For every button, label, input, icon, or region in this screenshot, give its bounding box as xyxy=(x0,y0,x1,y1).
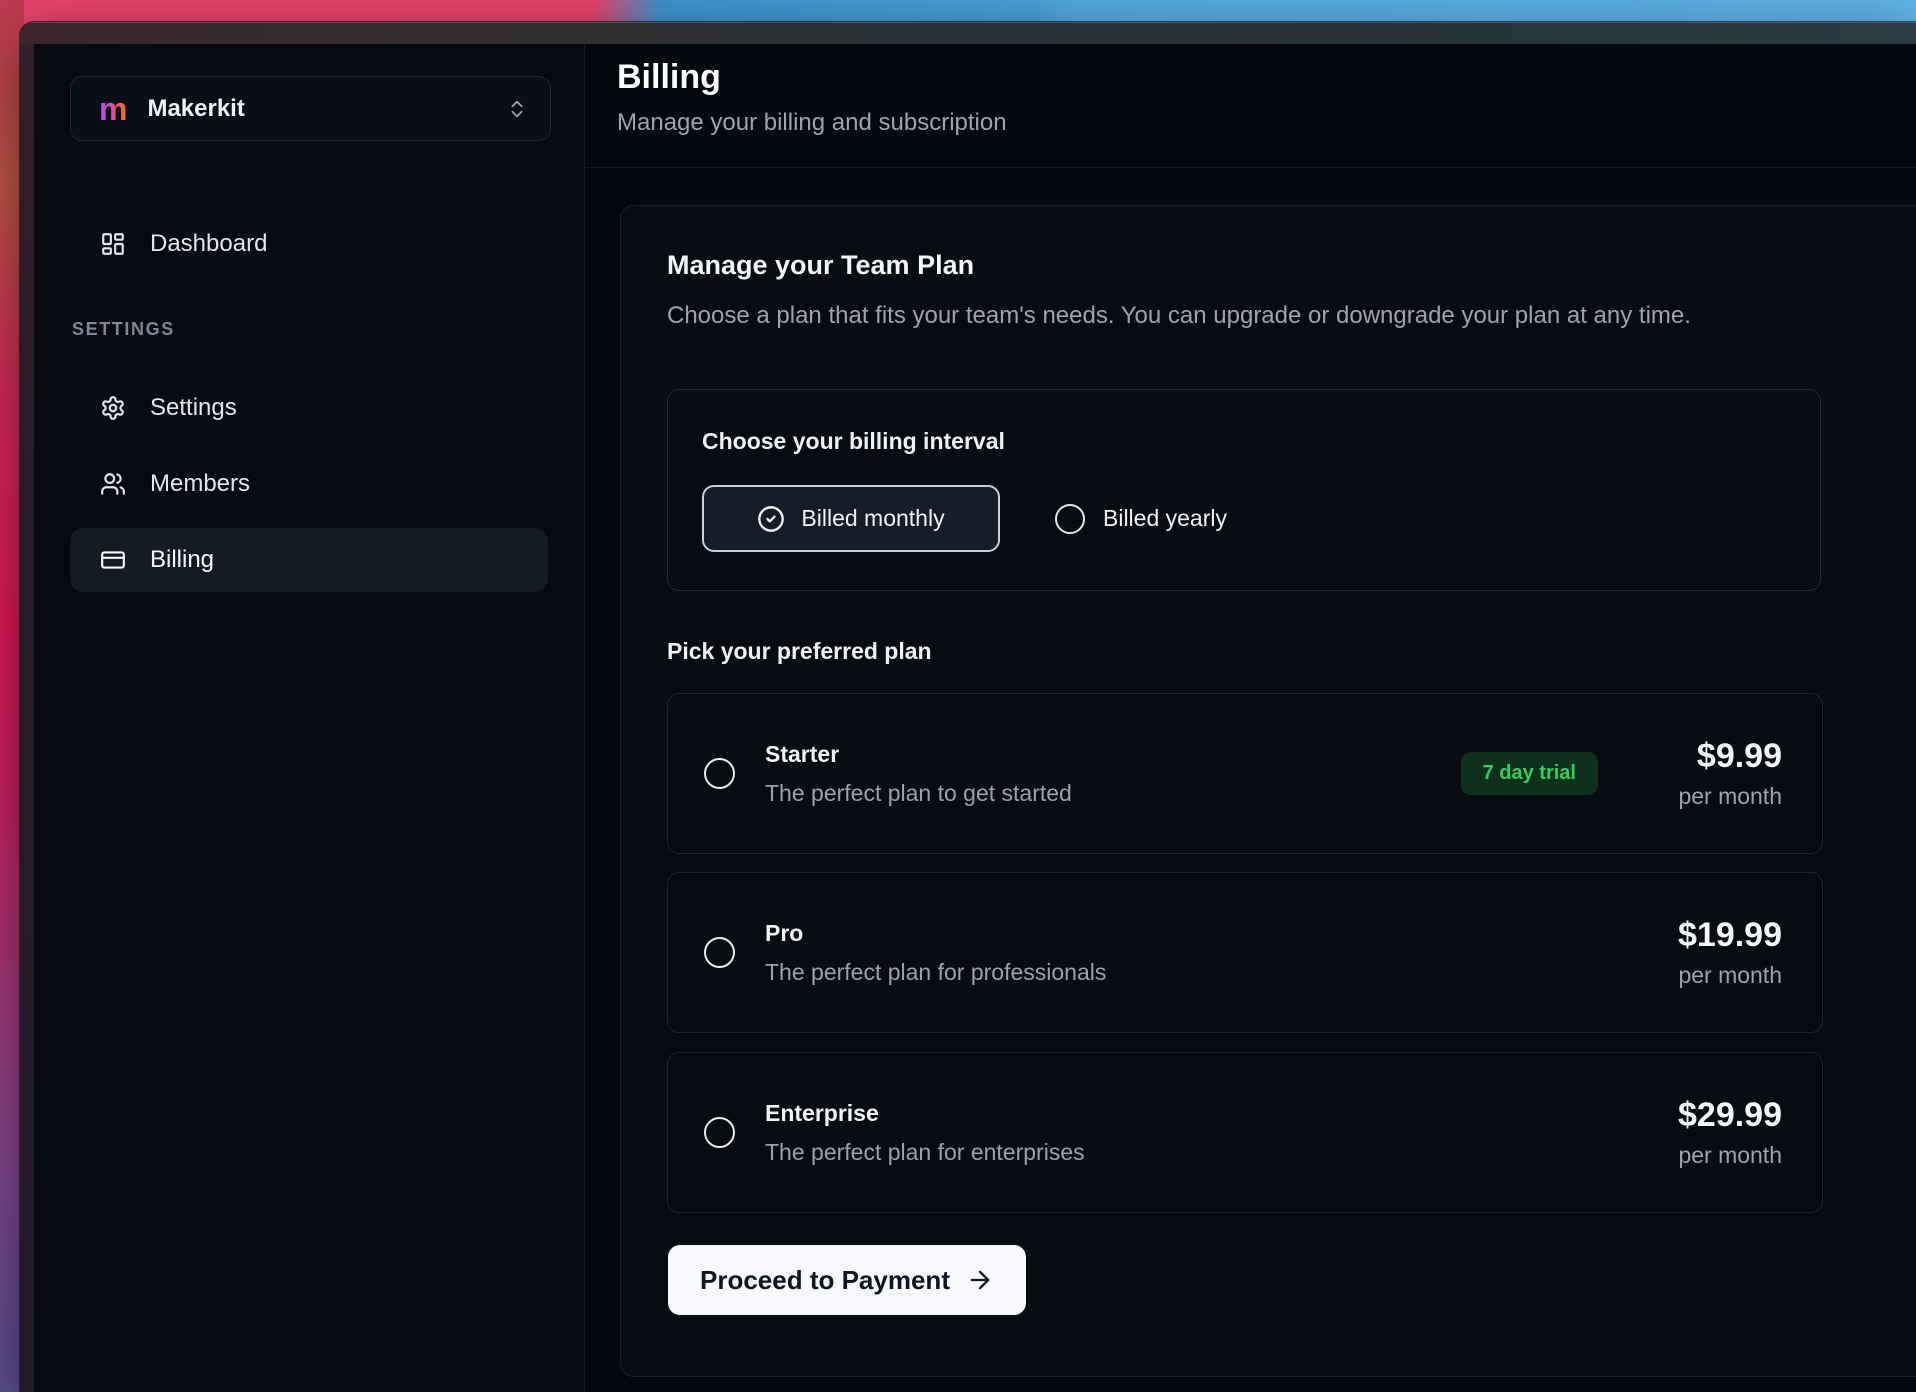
plan-row-starter[interactable]: Starter The perfect plan to get started … xyxy=(667,693,1823,854)
chevrons-up-down-icon xyxy=(506,98,528,120)
page-header: Billing Manage your billing and subscrip… xyxy=(585,44,1916,168)
gear-icon xyxy=(100,395,126,421)
circle-check-icon xyxy=(757,505,785,533)
sidebar-item-label: Members xyxy=(150,470,250,498)
billed-yearly-label: Billed yearly xyxy=(1103,505,1227,532)
sidebar-item-label: Settings xyxy=(150,394,237,422)
plan-name: Starter xyxy=(765,741,1072,768)
layout-dashboard-icon xyxy=(100,231,126,257)
credit-card-icon xyxy=(100,547,126,573)
plan-name: Enterprise xyxy=(765,1100,1085,1127)
proceed-to-payment-button[interactable]: Proceed to Payment xyxy=(668,1245,1026,1315)
plan-period: per month xyxy=(1652,1142,1782,1169)
card-title: Manage your Team Plan xyxy=(667,250,974,281)
users-icon xyxy=(100,471,126,497)
window-left-frame xyxy=(20,44,34,1392)
plan-period: per month xyxy=(1652,783,1782,810)
plan-radio[interactable] xyxy=(704,937,735,968)
makerkit-logo-icon: m xyxy=(99,93,127,125)
sidebar: m Makerkit Dashboard SETTINGS Settings M… xyxy=(34,44,585,1392)
plan-price: $29.99 xyxy=(1652,1096,1782,1135)
sidebar-item-settings[interactable]: Settings xyxy=(70,376,548,440)
plan-row-enterprise[interactable]: Enterprise The perfect plan for enterpri… xyxy=(667,1052,1823,1213)
proceed-to-payment-label: Proceed to Payment xyxy=(700,1265,950,1296)
plan-name: Pro xyxy=(765,920,1106,947)
sidebar-item-label: Dashboard xyxy=(150,230,267,258)
window-body: m Makerkit Dashboard SETTINGS Settings M… xyxy=(20,44,1916,1392)
plan-row-pro[interactable]: Pro The perfect plan for professionals $… xyxy=(667,872,1823,1033)
sidebar-item-members[interactable]: Members xyxy=(70,452,548,516)
trial-badge: 7 day trial xyxy=(1461,752,1598,795)
pick-plan-label: Pick your preferred plan xyxy=(667,638,932,665)
plan-description: The perfect plan to get started xyxy=(765,780,1072,807)
plan-price: $19.99 xyxy=(1652,916,1782,955)
page-title: Billing xyxy=(617,58,1916,97)
sidebar-item-dashboard[interactable]: Dashboard xyxy=(70,212,548,276)
plan-description: The perfect plan for professionals xyxy=(765,959,1106,986)
billing-interval-label: Choose your billing interval xyxy=(702,428,1005,455)
plan-radio[interactable] xyxy=(704,758,735,789)
plan-period: per month xyxy=(1652,962,1782,989)
team-plan-card: Manage your Team Plan Choose a plan that… xyxy=(620,205,1916,1377)
plan-price: $9.99 xyxy=(1652,737,1782,776)
workspace-name: Makerkit xyxy=(147,95,486,123)
workspace-selector[interactable]: m Makerkit xyxy=(70,76,551,141)
billed-monthly-label: Billed monthly xyxy=(801,505,944,532)
page-subtitle: Manage your billing and subscription xyxy=(617,109,1916,137)
billed-yearly-option[interactable]: Billed yearly xyxy=(1055,485,1227,552)
sidebar-section-settings-label: SETTINGS xyxy=(72,319,175,340)
arrow-right-icon xyxy=(966,1266,994,1294)
radio-circle-icon xyxy=(1055,504,1085,534)
window-titlebar[interactable] xyxy=(20,22,1916,44)
billed-monthly-option[interactable]: Billed monthly xyxy=(702,485,1000,552)
sidebar-item-label: Billing xyxy=(150,546,214,574)
screenshot-root: m Makerkit Dashboard SETTINGS Settings M… xyxy=(0,0,1916,1392)
billing-interval-group: Choose your billing interval Billed mont… xyxy=(667,389,1821,591)
app-window: m Makerkit Dashboard SETTINGS Settings M… xyxy=(20,22,1916,1392)
main-content: Billing Manage your billing and subscrip… xyxy=(585,44,1916,1392)
plan-description: The perfect plan for enterprises xyxy=(765,1139,1085,1166)
card-description: Choose a plan that fits your team's need… xyxy=(667,302,1916,330)
plan-radio[interactable] xyxy=(704,1117,735,1148)
sidebar-item-billing[interactable]: Billing xyxy=(70,528,548,592)
